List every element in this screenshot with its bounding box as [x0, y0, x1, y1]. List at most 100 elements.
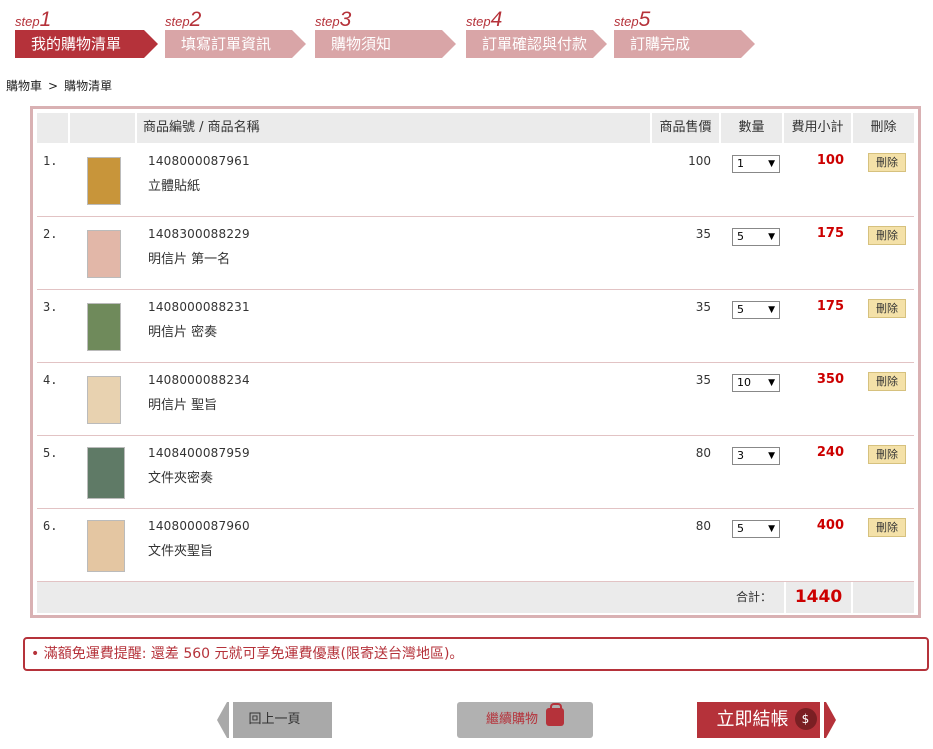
delete-button[interactable]: 刪除: [868, 372, 906, 391]
product-code: 1408400087959: [148, 446, 250, 460]
continue-shopping-label: 繼續購物: [485, 712, 538, 727]
quantity-select[interactable]: 5 ▼: [732, 228, 780, 246]
product-code: 1408300088229: [148, 227, 250, 241]
header-qty: 數量: [721, 113, 782, 143]
row-index: 6.: [43, 519, 58, 533]
cart-table: 商品編號 / 商品名稱 商品售價 數量 費用小計 刪除 1. 140800008…: [30, 106, 921, 618]
product-thumbnail[interactable]: [87, 157, 121, 205]
back-button[interactable]: 回上一頁: [217, 702, 332, 738]
delete-button[interactable]: 刪除: [868, 445, 906, 464]
step-number: 1: [39, 8, 52, 31]
step-number: 2: [189, 8, 202, 31]
product-code: 1408000088234: [148, 373, 250, 387]
step-label: 填寫訂單資訊: [165, 30, 306, 58]
product-name[interactable]: 明信片 聖旨: [148, 394, 217, 413]
row-subtotal: 240: [816, 445, 844, 460]
row-index: 1.: [43, 154, 58, 168]
step-number: 4: [490, 8, 503, 31]
product-thumbnail[interactable]: [87, 230, 121, 278]
header-delete: 刪除: [853, 113, 914, 143]
product-price: 35: [695, 227, 711, 241]
header-price: 商品售價: [652, 113, 719, 143]
product-price: 80: [695, 446, 711, 460]
row-subtotal: 175: [816, 226, 844, 241]
dropdown-arrow-icon: ▼: [768, 524, 775, 534]
table-header: 商品編號 / 商品名稱 商品售價 數量 費用小計 刪除: [37, 113, 914, 143]
table-row: 3. 1408000088231 明信片 密奏 35 5 ▼ 175 刪除: [37, 290, 914, 363]
table-row: 2. 1408300088229 明信片 第一名 35 5 ▼ 175 刪除: [37, 217, 914, 290]
row-subtotal: 100: [816, 153, 844, 168]
product-price: 35: [695, 300, 711, 314]
row-index: 2.: [43, 227, 58, 241]
step-word: step: [15, 14, 40, 29]
product-name[interactable]: 文件夾聖旨: [148, 540, 213, 559]
row-index: 4.: [43, 373, 58, 387]
product-thumbnail[interactable]: [87, 303, 121, 351]
row-subtotal: 175: [816, 299, 844, 314]
free-shipping-notice: • 滿額免運費提醒: 還差 560 元就可享免運費優惠(限寄送台灣地區)。: [23, 637, 929, 671]
step-label: 訂單確認與付款: [466, 30, 607, 58]
quantity-value: 3: [737, 449, 744, 462]
product-price: 35: [695, 373, 711, 387]
quantity-select[interactable]: 1 ▼: [732, 155, 780, 173]
product-name[interactable]: 明信片 密奏: [148, 321, 217, 340]
table-footer: 合計： 1440: [37, 582, 914, 613]
dropdown-arrow-icon: ▼: [768, 159, 775, 169]
product-name[interactable]: 立體貼紙: [148, 175, 200, 194]
step-1: step1 我的購物清單: [15, 8, 165, 60]
quantity-select[interactable]: 5 ▼: [732, 520, 780, 538]
step-number: 3: [339, 8, 352, 31]
table-row: 6. 1408000087960 文件夾聖旨 80 5 ▼ 400 刪除: [37, 509, 914, 582]
breadcrumb-cart-link[interactable]: 購物車: [6, 79, 42, 93]
product-price: 100: [688, 154, 711, 168]
step-word: step: [315, 14, 340, 29]
header-subtotal: 費用小計: [784, 113, 851, 143]
header-index: [37, 113, 68, 143]
delete-button[interactable]: 刪除: [868, 518, 906, 537]
breadcrumb-separator: >: [48, 79, 59, 93]
continue-shopping-button[interactable]: 繼續購物: [457, 702, 593, 738]
product-code: 1408000087961: [148, 154, 250, 168]
dropdown-arrow-icon: ▼: [768, 378, 775, 388]
step-3: step3 購物須知: [315, 8, 465, 60]
shopping-bag-icon: [546, 703, 564, 726]
checkout-button[interactable]: 立即結帳 $: [697, 702, 836, 738]
step-word: step: [614, 14, 639, 29]
quantity-select[interactable]: 5 ▼: [732, 301, 780, 319]
delete-button[interactable]: 刪除: [868, 226, 906, 245]
table-row: 4. 1408000088234 明信片 聖旨 35 10 ▼ 350 刪除: [37, 363, 914, 436]
product-price: 80: [695, 519, 711, 533]
product-thumbnail[interactable]: [87, 447, 125, 499]
breadcrumb-current: 購物清單: [64, 79, 113, 93]
delete-button[interactable]: 刪除: [868, 153, 906, 172]
step-word: step: [466, 14, 491, 29]
product-thumbnail[interactable]: [87, 520, 125, 572]
step-number: 5: [638, 8, 651, 31]
product-code: 1408000087960: [148, 519, 250, 533]
dropdown-arrow-icon: ▼: [768, 232, 775, 242]
header-product: 商品編號 / 商品名稱: [137, 113, 650, 143]
breadcrumb: 購物車 > 購物清單: [6, 77, 112, 94]
step-label: 購物須知: [315, 30, 456, 58]
product-name[interactable]: 明信片 第一名: [148, 248, 230, 267]
quantity-value: 1: [737, 157, 744, 170]
quantity-select[interactable]: 3 ▼: [732, 447, 780, 465]
delete-button[interactable]: 刪除: [868, 299, 906, 318]
dropdown-arrow-icon: ▼: [768, 451, 775, 461]
product-name[interactable]: 文件夾密奏: [148, 467, 213, 486]
quantity-value: 5: [737, 522, 744, 535]
total-label: 合計：: [735, 590, 772, 604]
step-word: step: [165, 14, 190, 29]
row-index: 3.: [43, 300, 58, 314]
step-4: step4 訂單確認與付款: [466, 8, 616, 60]
product-thumbnail[interactable]: [87, 376, 121, 424]
row-subtotal: 400: [816, 518, 844, 533]
step-label: 訂購完成: [614, 30, 755, 58]
header-thumb: [70, 113, 135, 143]
checkout-steps: step1 我的購物清單 step2 填寫訂單資訊 step3 購物須知 ste…: [15, 8, 775, 60]
quantity-value: 5: [737, 303, 744, 316]
quantity-select[interactable]: 10 ▼: [732, 374, 780, 392]
checkout-label: 立即結帳: [716, 709, 789, 730]
step-2: step2 填寫訂單資訊: [165, 8, 315, 60]
table-row: 5. 1408400087959 文件夾密奏 80 3 ▼ 240 刪除: [37, 436, 914, 509]
